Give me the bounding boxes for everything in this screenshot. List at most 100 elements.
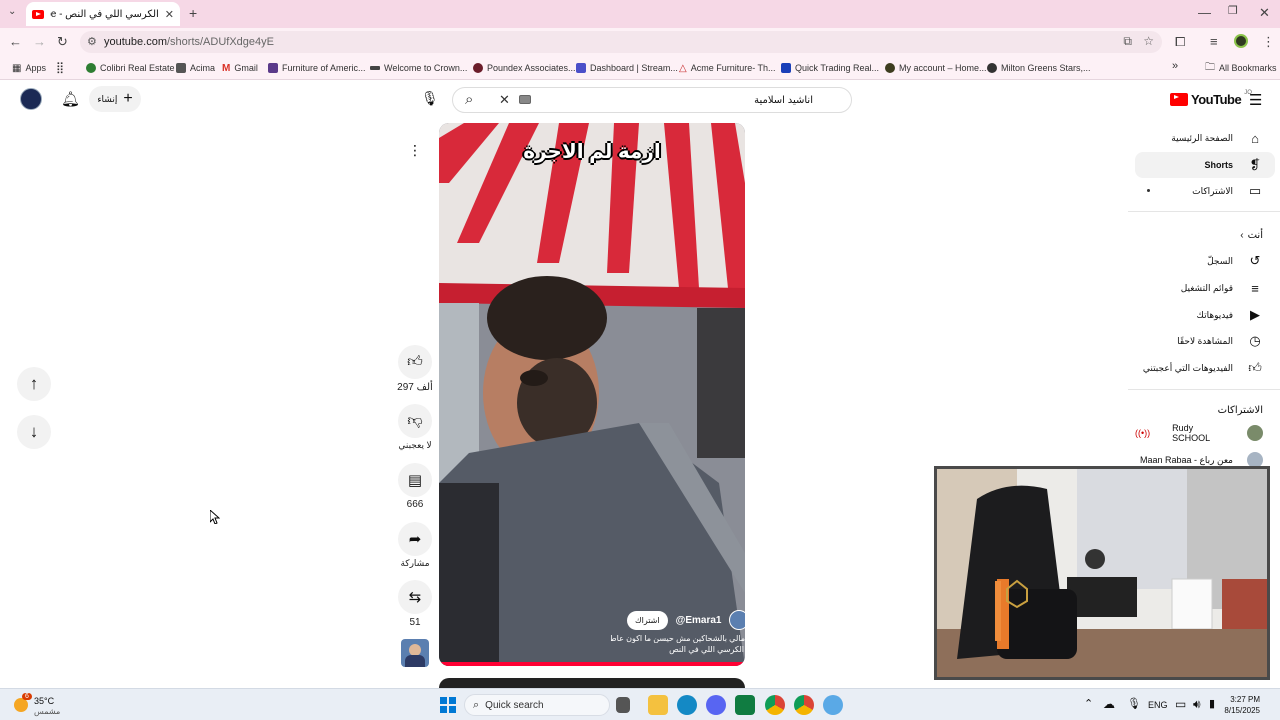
subscribe-button[interactable]: اشتراك xyxy=(627,610,668,630)
back-icon[interactable]: ← xyxy=(9,35,22,48)
create-label: إنشاء xyxy=(97,93,118,104)
short-description: مالي بالشحاكين مش حيسن ما اكون عاطل xyxy=(611,634,745,643)
sidebar-item-liked[interactable]: الفيديوهات التي أعجبتني 👍︎ xyxy=(1135,355,1275,381)
bookmark-label: Acme Furniture- Th... xyxy=(690,63,776,73)
bookmark-apps[interactable]: ▦ Apps xyxy=(12,61,46,75)
remix-button[interactable]: ⇆ xyxy=(398,580,432,614)
sun-icon xyxy=(14,698,28,712)
file-explorer-icon[interactable] xyxy=(648,695,668,715)
bookmark-acme[interactable]: △ Acme Furniture- Th... xyxy=(679,61,776,75)
more-bookmarks-icon[interactable]: » xyxy=(1172,60,1178,72)
dislike-button[interactable]: 👎︎ xyxy=(398,404,432,438)
video-overlay-text: ازمة لم الاجرة xyxy=(523,141,661,163)
video-progress-bar[interactable] xyxy=(439,662,745,666)
site-info-icon[interactable]: ⚙ xyxy=(87,35,97,48)
share-button[interactable]: ➦ xyxy=(398,522,432,556)
restore-icon[interactable]: ❐ xyxy=(1228,6,1238,17)
install-app-icon[interactable]: ⧉ xyxy=(1123,34,1132,49)
comments-button[interactable]: ▤ xyxy=(398,463,432,497)
sidebar-you-header[interactable]: أنت ‹ xyxy=(1135,222,1275,248)
channel-avatar[interactable] xyxy=(729,610,745,630)
sidebar-channel-rudy[interactable]: ((•)) Rudy SCHOOL xyxy=(1135,420,1275,446)
bookmark-star-icon[interactable]: ☆ xyxy=(1143,34,1154,48)
more-options-button[interactable]: ⋮ xyxy=(398,133,432,167)
sidebar-item-subscriptions[interactable]: الاشتراكات ▭ xyxy=(1135,178,1275,204)
guide-menu-icon[interactable]: ☰ xyxy=(1249,91,1262,109)
bookmark-dashboard[interactable]: Dashboard | Stream... xyxy=(576,61,678,75)
subscriptions-icon: ▭ xyxy=(1248,183,1262,198)
app-icon[interactable] xyxy=(823,695,843,715)
onedrive-icon[interactable]: ☁ xyxy=(1103,697,1115,711)
start-tile xyxy=(449,697,456,704)
previous-short-button[interactable]: ↑ xyxy=(17,367,51,401)
tab-title: الكرسي اللي في النص - YouTube xyxy=(50,8,159,20)
start-icon[interactable] xyxy=(440,697,456,713)
tab-search-icon[interactable]: ⌄ xyxy=(8,7,16,17)
sidebar-item-home[interactable]: الصفحة الرئيسية ⌂ xyxy=(1135,125,1275,151)
bookmark-my-account[interactable]: My account – Home... xyxy=(885,61,987,75)
minimize-icon[interactable]: — xyxy=(1198,6,1211,19)
next-short-button[interactable]: ↓ xyxy=(17,415,51,449)
bookmark-crown[interactable]: Welcome to Crown... xyxy=(370,61,467,75)
menu-icon[interactable]: ⋮ xyxy=(1262,35,1275,48)
new-tab-icon[interactable]: + xyxy=(189,6,197,20)
store-app-icon[interactable] xyxy=(735,695,755,715)
youtube-logo[interactable]: YouTube JO xyxy=(1170,90,1252,107)
discord-icon[interactable] xyxy=(706,695,726,715)
clock-date: 8/15/2025 xyxy=(1224,706,1260,715)
google-apps-icon[interactable]: ⣿ xyxy=(56,61,64,74)
clock[interactable]: 3:27 PM 8/15/2025 xyxy=(1210,694,1260,716)
like-button[interactable]: 👍︎ xyxy=(398,345,432,379)
forward-icon[interactable]: → xyxy=(33,35,46,48)
bookmark-gmail[interactable]: M Gmail xyxy=(222,61,258,75)
volume-icon[interactable]: 🔊︎ xyxy=(1193,697,1201,712)
short-video-player[interactable]: ازمة لم الاجرة اشتراك @Emara1 مالي بالشح… xyxy=(439,123,745,666)
shorts-icon: ❡ xyxy=(1249,157,1261,172)
extensions-icon[interactable]: ⧠ xyxy=(1175,35,1185,48)
sound-thumbnail[interactable] xyxy=(401,639,429,667)
quick-trading-icon xyxy=(781,63,791,73)
reload-icon[interactable]: ↻ xyxy=(57,35,68,48)
window-close-icon[interactable]: ✕ xyxy=(1259,6,1270,19)
sidebar-item-shorts[interactable]: Shorts ❡ xyxy=(1135,152,1275,178)
language-indicator[interactable]: ENG xyxy=(1148,700,1168,710)
bookmark-quick-trading[interactable]: Quick Trading Real... xyxy=(781,61,879,75)
notifications-bell-icon[interactable]: 🔔︎ xyxy=(61,90,80,108)
remix-count: 51 xyxy=(409,617,421,628)
crown-icon xyxy=(370,66,380,70)
bookmark-colibri[interactable]: Colibri Real Estate xyxy=(86,61,175,75)
bookmark-acima[interactable]: Acima xyxy=(176,61,215,75)
network-icon[interactable]: ▭ xyxy=(1175,697,1186,711)
search-icon[interactable]: ⌕ xyxy=(465,91,473,108)
address-bar[interactable]: ⚙ youtube.com/shorts/ADUfXdge4yE ⧉ ☆ xyxy=(80,31,1162,53)
sidebar-item-watch-later[interactable]: المشاهدة لاحقًا ◷ xyxy=(1135,328,1275,354)
taskbar-search[interactable]: ⌕ Quick search xyxy=(464,694,610,716)
clear-search-icon[interactable]: ✕ xyxy=(499,92,510,108)
task-view-icon[interactable] xyxy=(616,697,630,713)
sidebar-item-history[interactable]: السجلّ ↺ xyxy=(1135,248,1275,274)
keyboard-icon[interactable] xyxy=(519,95,531,104)
show-hidden-icons-icon[interactable]: ⌃ xyxy=(1084,697,1093,710)
search-input[interactable]: ⌕ ✕ اناشيد اسلامية xyxy=(452,87,852,113)
bookmark-furniture-america[interactable]: Furniture of Americ... xyxy=(268,61,366,75)
create-button[interactable]: إنشاء + xyxy=(89,86,141,112)
edge-icon[interactable] xyxy=(677,695,697,715)
account-avatar[interactable] xyxy=(20,88,42,110)
webcam-overlay xyxy=(934,466,1270,680)
voice-search-icon[interactable]: 🎙︎ xyxy=(421,90,439,107)
profile-avatar[interactable] xyxy=(1234,34,1248,48)
active-tab[interactable]: الكرسي اللي في النص - YouTube ✕ xyxy=(26,2,180,26)
sidebar-item-your-videos[interactable]: فيديوهاتك ▶ xyxy=(1135,302,1275,328)
microphone-icon[interactable]: 🎙︎ xyxy=(1127,697,1141,710)
tab-close-icon[interactable]: ✕ xyxy=(165,8,174,21)
chrome-icon[interactable] xyxy=(765,695,785,715)
chrome-profile-icon[interactable] xyxy=(794,695,814,715)
sidebar-item-playlists[interactable]: قوائم التشغيل ≡ xyxy=(1135,275,1275,301)
all-bookmarks[interactable]: 🗀 All Bookmarks xyxy=(1205,61,1277,75)
bookmark-label: Welcome to Crown... xyxy=(384,63,468,73)
media-icon[interactable]: ≡ xyxy=(1210,35,1218,48)
weather-widget[interactable]: 6 35°C مشمس xyxy=(12,692,82,718)
bookmark-milton[interactable]: Milton Greens Stars,... xyxy=(987,61,1091,75)
channel-name[interactable]: @Emara1 xyxy=(676,615,722,626)
bookmark-poundex[interactable]: Poundex Associates... xyxy=(473,61,576,75)
